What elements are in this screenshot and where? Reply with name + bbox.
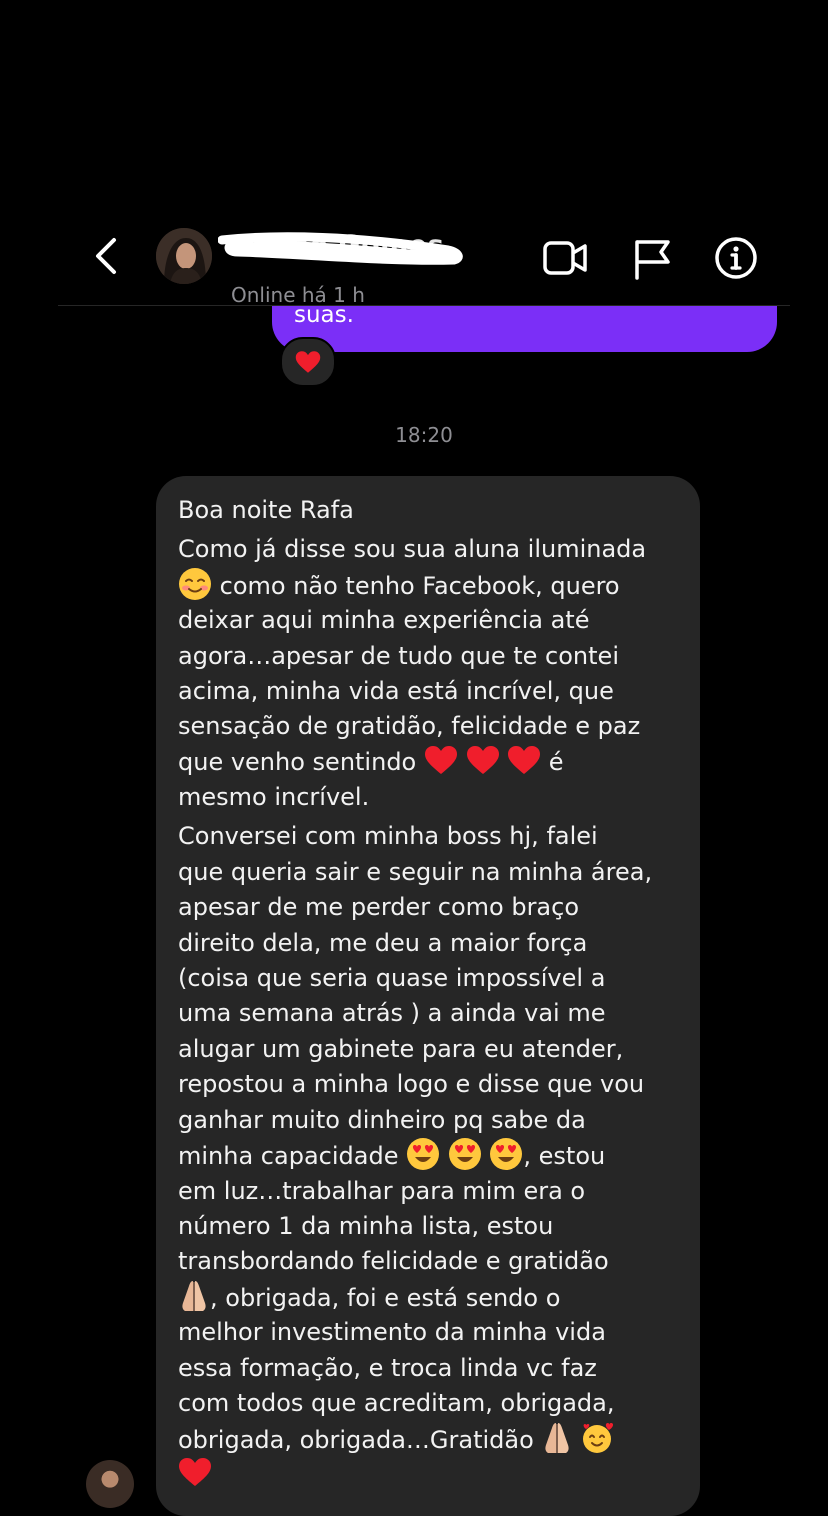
back-icon xyxy=(96,238,116,274)
contact-info[interactable]: Adene Gomes Online há 1 h xyxy=(218,228,468,307)
heart-eyes-emoji xyxy=(448,1138,481,1170)
message-line: Boa noite Rafa xyxy=(178,496,354,524)
message-line-text: obrigada, obrigada…Gratidão xyxy=(178,1426,542,1454)
message-line: melhor investimento da minha vida xyxy=(178,1318,606,1346)
message-line: uma semana atrás ) a ainda vai me xyxy=(178,999,606,1027)
message-line-text: que venho sentindo xyxy=(178,748,424,776)
message-line: com todos que acreditam, obrigada, xyxy=(178,1389,615,1417)
flag-icon xyxy=(635,240,670,280)
message-timestamp: 18:20 xyxy=(395,423,453,447)
info-button[interactable] xyxy=(713,236,759,280)
message-reaction[interactable] xyxy=(280,337,336,387)
heart-eyes-emoji xyxy=(490,1138,523,1170)
online-status: Online há 1 h xyxy=(231,283,365,307)
message-line: alugar um gabinete para eu atender, xyxy=(178,1035,624,1063)
heart-emoji xyxy=(466,746,499,774)
message-line: apesar de me perder como braço xyxy=(178,893,580,921)
message-line: ganhar muito dinheiro pq sabe da xyxy=(178,1106,586,1134)
contact-photo xyxy=(156,228,212,284)
message-line: repostou a minha logo e disse que vou xyxy=(178,1070,645,1098)
header-divider xyxy=(58,305,790,306)
heart-eyes-emoji xyxy=(407,1138,440,1170)
message-line: essa formação, e troca linda vc faz xyxy=(178,1354,597,1382)
message-line-text: , obrigada, foi e está sendo o xyxy=(210,1284,561,1312)
message-line: direito dela, me deu a maior força xyxy=(178,929,588,957)
folded-hands-emoji xyxy=(182,1281,206,1311)
video-call-icon xyxy=(543,241,587,275)
message-line: que venho sentindo é xyxy=(178,744,564,780)
heart-emoji xyxy=(508,746,541,774)
info-icon xyxy=(715,237,757,279)
smiling-face-emoji xyxy=(179,568,211,600)
message-line: Como já disse sou sua aluna iluminada xyxy=(178,535,647,563)
heart-emoji xyxy=(424,746,457,774)
message-line: obrigada, obrigada…Gratidão xyxy=(178,1421,615,1458)
message-line: em luz…trabalhar para mim era o xyxy=(178,1177,586,1205)
message-line: acima, minha vida está incrível, que xyxy=(178,677,614,705)
message-line: sensação de gratidão, felicidade e paz xyxy=(178,712,641,740)
message-line-text: como não tenho Facebook, quero xyxy=(212,572,620,600)
contact-avatar[interactable] xyxy=(156,228,212,284)
message-line: deixar aqui minha experiência até xyxy=(178,606,590,634)
message-line-text: minha capacidade xyxy=(178,1142,407,1170)
message-line: (coisa que seria quase impossível a xyxy=(178,964,606,992)
message-line: minha capacidade , estou xyxy=(178,1137,605,1174)
folded-hands-emoji xyxy=(545,1423,570,1453)
heart-emoji xyxy=(295,351,321,373)
name-redaction-scribble xyxy=(218,232,463,265)
received-message-bubble[interactable]: Boa noite Rafa Como já disse sou sua alu… xyxy=(156,476,700,1516)
video-call-button[interactable] xyxy=(542,236,588,280)
smiling-face-with-hearts-emoji xyxy=(583,1423,614,1453)
message-line-text: , estou xyxy=(523,1142,606,1170)
message-line: transbordando felicidade e gratidão xyxy=(178,1247,609,1275)
message-line: mesmo incrível. xyxy=(178,783,370,811)
message-line: que queria sair e seguir na minha área, xyxy=(178,858,653,886)
message-line: como não tenho Facebook, quero xyxy=(178,567,620,604)
chat-header: Adene Gomes Online há 1 h xyxy=(0,210,828,307)
message-line: número 1 da minha lista, estou xyxy=(178,1212,554,1240)
back-button[interactable] xyxy=(88,236,124,276)
message-line xyxy=(178,1456,212,1492)
report-flag-button[interactable] xyxy=(630,236,676,280)
sender-avatar[interactable] xyxy=(86,1460,134,1508)
message-line: Conversei com minha boss hj, falei xyxy=(178,822,598,850)
heart-emoji xyxy=(179,1458,211,1486)
message-line: agora…apesar de tudo que te contei xyxy=(178,642,619,670)
message-line: , obrigada, foi e está sendo o xyxy=(178,1279,560,1316)
message-line-text: é xyxy=(541,748,564,776)
